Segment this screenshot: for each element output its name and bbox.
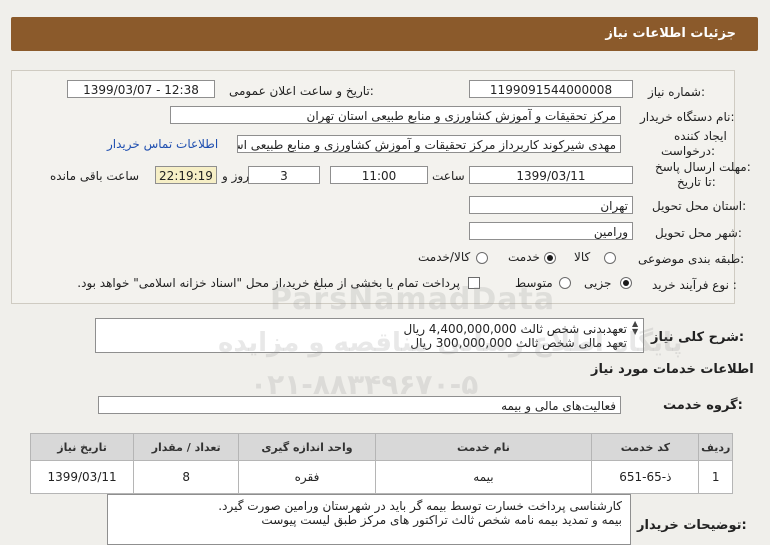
city-field: ورامین bbox=[469, 222, 633, 240]
category-option-goods: کالا bbox=[574, 250, 591, 264]
watermark-phone: ۰۲۱-۸۸۳۴۹۶۷۰-۵ bbox=[250, 368, 479, 401]
buyer-contact-link[interactable]: اطلاعات تماس خریدار bbox=[107, 137, 218, 151]
cell-name: بیمه bbox=[374, 460, 593, 494]
category-option-goods-service: کالا/خدمت bbox=[418, 250, 471, 264]
remaining-time-label: ساعت باقی مانده bbox=[50, 169, 140, 183]
process-type-label: نوع فرآیند خرید : bbox=[652, 278, 737, 292]
col-code-header: کد خدمت bbox=[591, 433, 700, 461]
deadline-time-field: 11:00 bbox=[330, 166, 428, 184]
services-table: ردیف کد خدمت نام خدمت واحد اندازه گیری ت… bbox=[29, 433, 733, 494]
remaining-time-field: 22:19:19 bbox=[155, 166, 217, 184]
category-label: طبقه بندی موضوعی: bbox=[638, 252, 745, 266]
col-qty-header: تعداد / مقدار bbox=[133, 433, 240, 461]
category-option-service: خدمت bbox=[508, 250, 540, 264]
deadline-label-line2: تا تاریخ: bbox=[677, 175, 716, 189]
services-section-title: اطلاعات خدمات مورد نیاز bbox=[591, 362, 754, 377]
creator-label-line2: درخواست: bbox=[661, 144, 715, 158]
days-remaining-field: 3 bbox=[248, 166, 320, 184]
city-label: شهر محل تحویل: bbox=[655, 226, 742, 240]
category-radio-goods[interactable] bbox=[604, 252, 616, 264]
watermark-subtitle: پایگاه اطلاع رسانی مناقصه و مزایده bbox=[218, 328, 683, 358]
buyer-org-field: مرکز تحقیقات و آموزش کشاورزی و منابع طبی… bbox=[170, 106, 621, 124]
need-number-field: 1199091544000008 bbox=[469, 80, 633, 98]
announce-label: تاریخ و ساعت اعلان عمومی: bbox=[229, 84, 374, 98]
announce-datetime-field: 1399/03/07 - 12:38 bbox=[67, 80, 215, 98]
deadline-time-label: ساعت bbox=[432, 169, 465, 183]
category-radio-goods-service[interactable] bbox=[476, 252, 488, 264]
province-field: تهران bbox=[469, 196, 633, 214]
page-header: جزئیات اطلاعات نیاز bbox=[11, 17, 758, 51]
deadline-date-field: 1399/03/11 bbox=[469, 166, 633, 184]
cell-row: 1 bbox=[698, 460, 733, 494]
need-number-label: شماره نیاز: bbox=[648, 85, 706, 99]
cell-date: 1399/03/11 bbox=[29, 460, 135, 494]
cell-unit: فقره bbox=[238, 460, 376, 494]
buyer-notes-line-1: کارشناسی پرداخت خسارت توسط بیمه گر باید … bbox=[218, 499, 622, 513]
category-radio-service[interactable] bbox=[544, 252, 556, 264]
col-row-header: ردیف bbox=[698, 433, 733, 461]
service-group-label: گروه خدمت: bbox=[663, 398, 743, 413]
buyer-org-label: نام دستگاه خریدار: bbox=[640, 110, 735, 124]
col-unit-header: واحد اندازه گیری bbox=[238, 433, 376, 461]
cell-code: ذ-65-651 bbox=[591, 460, 700, 494]
col-name-header: نام خدمت bbox=[374, 433, 593, 461]
province-label: استان محل تحویل: bbox=[652, 199, 747, 213]
page-title: جزئیات اطلاعات نیاز bbox=[605, 26, 736, 41]
buyer-notes-line-2: بیمه و تمدید بیمه نامه شخص ثالث تراکتور … bbox=[261, 513, 622, 527]
buyer-notes-box: کارشناسی پرداخت خسارت توسط بیمه گر باید … bbox=[107, 494, 631, 545]
creator-label-line1: ایجاد کننده bbox=[674, 129, 727, 143]
watermark-brand: ParsNamadData bbox=[270, 282, 556, 317]
creator-field: مهدی شیرکوند کاربرداز مرکز تحقیقات و آمو… bbox=[237, 135, 621, 153]
process-radio-medium[interactable] bbox=[559, 277, 571, 289]
table-header-row: ردیف کد خدمت نام خدمت واحد اندازه گیری ت… bbox=[29, 433, 733, 461]
cell-qty: 8 bbox=[133, 460, 240, 494]
deadline-label-line1: مهلت ارسال پاسخ: bbox=[655, 160, 751, 174]
buyer-notes-label: توضیحات خریدار: bbox=[637, 518, 747, 533]
process-radio-minor[interactable] bbox=[620, 277, 632, 289]
days-label: روز و bbox=[222, 169, 249, 183]
process-option-minor: جزیی bbox=[584, 276, 612, 290]
table-row: 1 ذ-65-651 بیمه فقره 8 1399/03/11 bbox=[29, 460, 733, 494]
col-date-header: تاریخ نیاز bbox=[29, 433, 135, 461]
